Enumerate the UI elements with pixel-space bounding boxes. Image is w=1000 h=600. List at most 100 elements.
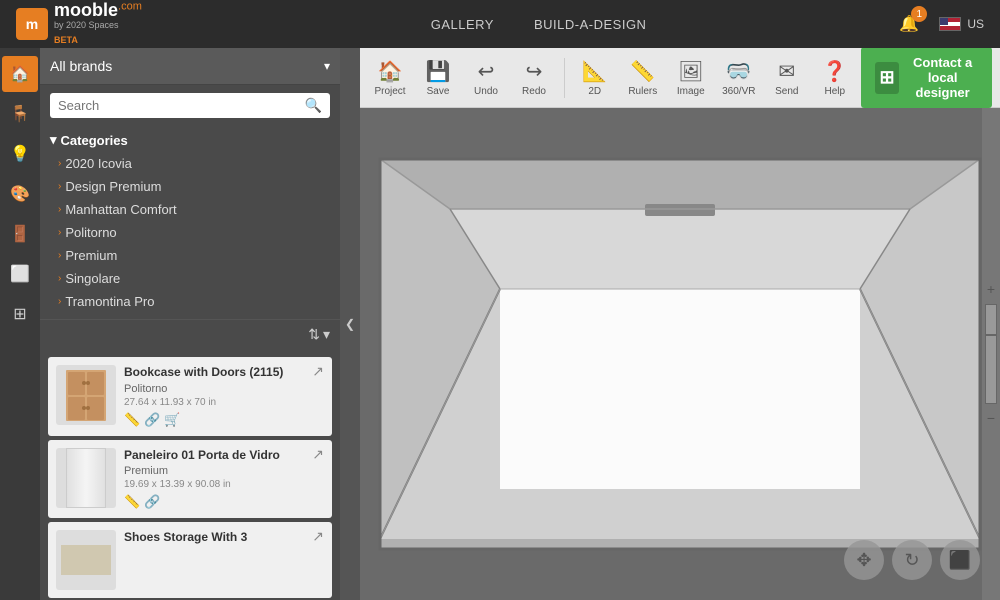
category-arrow-icon: › (58, 227, 61, 238)
product-thumb-1 (56, 448, 116, 508)
link-icon[interactable]: 🔗 (144, 412, 160, 428)
product-name-2: Shoes Storage With 3 (124, 530, 324, 546)
search-input-wrap: 🔍 (50, 93, 330, 118)
search-input[interactable] (58, 98, 305, 113)
icon-bar-grid[interactable]: ⊞ (2, 296, 38, 332)
lang-label: US (967, 17, 984, 31)
send-label: Send (775, 86, 798, 97)
measure-icon[interactable]: 📏 (124, 412, 140, 428)
toolbar: 🏠 Project 💾 Save ↩ Undo ↪ Redo 📐 2D 📏 (360, 48, 1000, 108)
category-item-politorno[interactable]: › Politorno (50, 221, 330, 244)
cube-view-button[interactable]: ⬛ (940, 540, 980, 580)
zoom-in-button[interactable]: + (987, 279, 995, 300)
image-button[interactable]: 🖼 Image (669, 55, 713, 101)
rotate-control-button[interactable]: ↻ (892, 540, 932, 580)
categories-collapse-icon: ▾ (50, 132, 57, 148)
sort-button[interactable]: ⇅ ▾ (308, 326, 330, 343)
rulers-button[interactable]: 📏 Rulers (621, 55, 665, 101)
redo-label: Redo (522, 86, 546, 97)
image-icon: 🖼 (678, 59, 703, 84)
logo-icon: m (16, 8, 48, 40)
sidebar-collapse-button[interactable]: ❮ (340, 48, 360, 600)
share-icon-0[interactable]: ↗ (312, 363, 324, 380)
icon-bar-home[interactable]: 🏠 (2, 56, 38, 92)
undo-button[interactable]: ↩ Undo (464, 55, 508, 101)
product-info-1: Paneleiro 01 Porta de Vidro Premium 19.6… (124, 448, 324, 511)
save-button[interactable]: 💾 Save (416, 55, 460, 101)
icon-bar-furniture[interactable]: 🪑 (2, 96, 38, 132)
category-item-singolare[interactable]: › Singolare (50, 267, 330, 290)
brand-dropdown[interactable]: All brands ▾ (40, 48, 340, 85)
twod-button[interactable]: 📐 2D (573, 55, 617, 101)
send-button[interactable]: ✉ Send (765, 55, 809, 101)
collapse-arrow-icon: ❮ (345, 317, 355, 331)
category-item-premium[interactable]: › Premium (50, 244, 330, 267)
us-flag (939, 17, 961, 31)
categories-section: ▾ Categories › 2020 Icovia › Design Prem… (40, 126, 340, 319)
measure-icon[interactable]: 📏 (124, 494, 140, 510)
contact-line1: Contact a local (907, 55, 978, 85)
canvas-area[interactable]: ✥ ↻ ⬛ + − (360, 108, 1000, 600)
image-label: Image (677, 86, 705, 97)
notification-button[interactable]: 🔔 1 (895, 10, 923, 38)
share-icon-2[interactable]: ↗ (312, 528, 324, 545)
icon-bar-light[interactable]: 💡 (2, 136, 38, 172)
nav-build[interactable]: BUILD-A-DESIGN (534, 17, 646, 32)
send-icon: ✉ (778, 59, 795, 84)
contact-line2: designer (907, 85, 978, 100)
category-item-design[interactable]: › Design Premium (50, 175, 330, 198)
twod-label: 2D (588, 86, 601, 97)
category-arrow-icon: › (58, 296, 61, 307)
sort-icon: ⇅ (308, 326, 320, 343)
link-icon[interactable]: 🔗 (144, 494, 160, 510)
product-info-2: Shoes Storage With 3 (124, 530, 324, 590)
category-item-tramontina[interactable]: › Tramontina Pro (50, 290, 330, 313)
categories-header[interactable]: ▾ Categories (50, 132, 330, 148)
nav-right: 🔔 1 US (895, 10, 984, 38)
rulers-label: Rulers (628, 86, 657, 97)
contact-designer-icon: ⊞ (875, 62, 899, 94)
product-list: Bookcase with Doors (2115) Politorno 27.… (40, 349, 340, 600)
share-icon-1[interactable]: ↗ (312, 446, 324, 463)
nav-controls: ✥ ↻ ⬛ (844, 540, 980, 580)
product-name-0: Bookcase with Doors (2115) (124, 365, 324, 381)
product-thumb-2 (56, 530, 116, 590)
category-label: Politorno (65, 225, 116, 240)
product-info-0: Bookcase with Doors (2115) Politorno 27.… (124, 365, 324, 428)
cart-icon-0[interactable]: 🛒 (164, 412, 180, 428)
product-dims-0: 27.64 x 11.93 x 70 in (124, 397, 324, 408)
contact-designer-button[interactable]: ⊞ Contact a local designer (861, 48, 992, 108)
icon-bar-wall[interactable]: ⬜ (2, 256, 38, 292)
nav-gallery[interactable]: GALLERY (431, 17, 494, 32)
language-selector[interactable]: US (939, 17, 984, 31)
nav-links: GALLERY BUILD-A-DESIGN (182, 17, 895, 32)
icon-bar-door[interactable]: 🚪 (2, 216, 38, 252)
sidebar: All brands ▾ 🔍 ▾ Categories › 2020 Icovi… (40, 48, 340, 600)
product-card-0[interactable]: Bookcase with Doors (2115) Politorno 27.… (48, 357, 332, 436)
project-button[interactable]: 🏠 Project (368, 55, 412, 101)
icon-bar-paint[interactable]: 🎨 (2, 176, 38, 212)
category-arrow-icon: › (58, 273, 61, 284)
ruler-track (985, 304, 997, 404)
search-icon[interactable]: 🔍 (305, 97, 322, 114)
product-card-2[interactable]: Shoes Storage With 3 ↗ (48, 522, 332, 598)
save-label: Save (427, 86, 450, 97)
beta-badge: BETA (54, 35, 78, 45)
logo-text-group: mooble.com by 2020 Spaces BETA (54, 0, 142, 48)
category-label: Design Premium (65, 179, 161, 194)
notification-badge: 1 (911, 6, 927, 22)
redo-button[interactable]: ↪ Redo (512, 55, 556, 101)
ruler-indicator (986, 334, 996, 336)
category-item-manhattan[interactable]: › Manhattan Comfort (50, 198, 330, 221)
product-card-1[interactable]: Paneleiro 01 Porta de Vidro Premium 19.6… (48, 440, 332, 519)
help-button[interactable]: ❓ Help (813, 55, 857, 101)
zoom-out-button[interactable]: − (987, 408, 995, 429)
room-visualization (370, 149, 990, 559)
category-item-2020[interactable]: › 2020 Icovia (50, 152, 330, 175)
vr-button[interactable]: 🥽 360/VR (717, 55, 761, 101)
category-arrow-icon: › (58, 250, 61, 261)
sort-arrow-icon: ▾ (323, 326, 330, 343)
project-icon: 🏠 (378, 59, 403, 84)
twod-icon: 📐 (582, 59, 607, 84)
move-control-button[interactable]: ✥ (844, 540, 884, 580)
